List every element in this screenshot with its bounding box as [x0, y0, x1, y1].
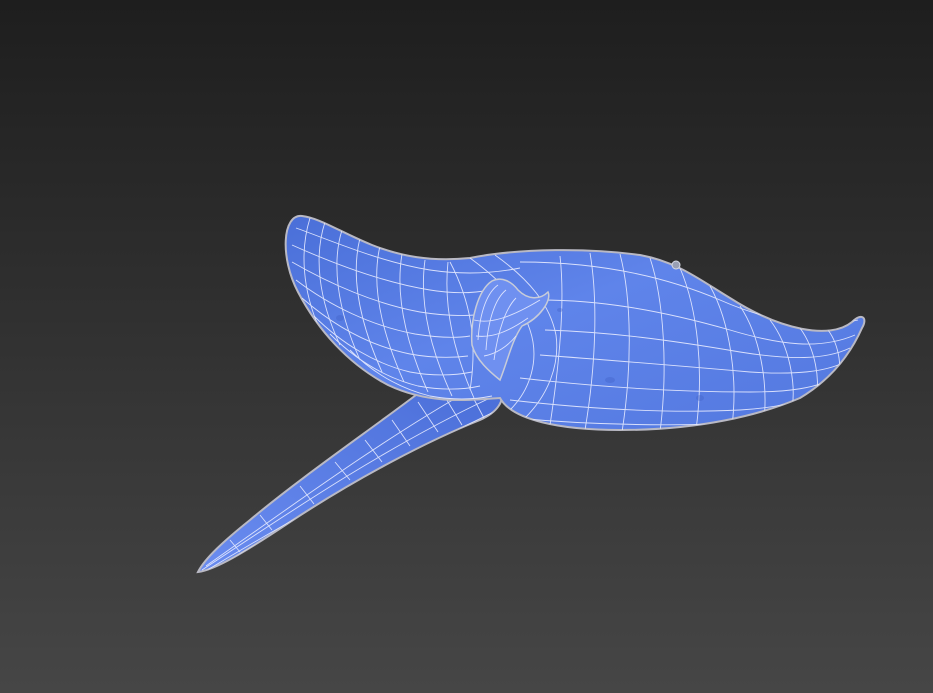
tail-surface: [196, 383, 503, 574]
scene-canvas[interactable]: [0, 0, 933, 693]
eye-bump: [671, 260, 681, 270]
3d-viewport[interactable]: [0, 0, 933, 693]
stingray-body[interactable]: [284, 214, 866, 432]
stingray-tail[interactable]: [196, 383, 503, 574]
body-surface: [284, 214, 866, 432]
